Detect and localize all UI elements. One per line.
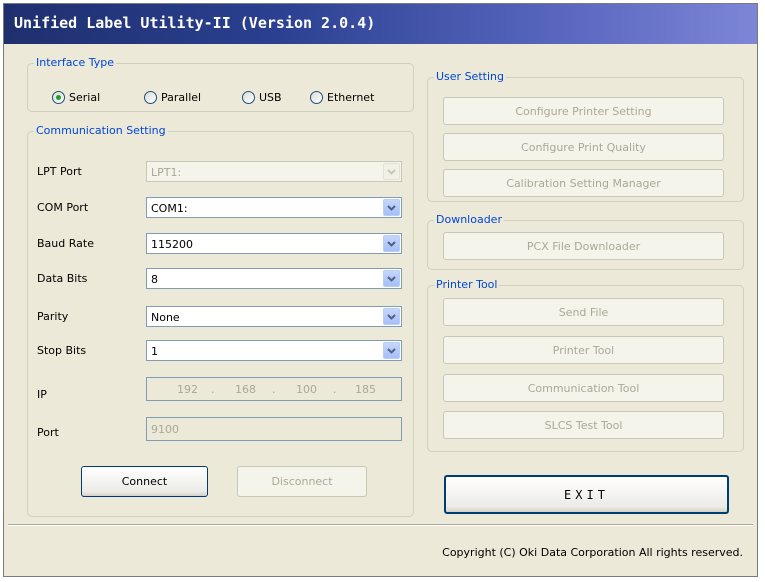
lpt-port-label: LPT Port (37, 165, 82, 178)
ip-octet-4: 185 (355, 383, 376, 396)
copyright-text: Copyright (C) Oki Data Corporation All r… (442, 546, 743, 559)
app-window: Unified Label Utility-II (Version 2.0.4)… (3, 3, 758, 577)
downloader-legend: Downloader (436, 213, 502, 226)
radio-button-icon (242, 91, 255, 104)
chevron-down-icon[interactable] (383, 235, 400, 252)
ip-label: IP (37, 388, 47, 401)
ip-dot: . (272, 383, 276, 396)
data-bits-select[interactable]: 8 (146, 268, 402, 289)
chevron-down-icon (383, 163, 400, 180)
window-title: Unified Label Utility-II (Version 2.0.4) (14, 14, 376, 32)
ip-address-field: 192 . 168 . 100 . 185 (146, 377, 402, 401)
ip-octet-3: 100 (296, 383, 317, 396)
disconnect-button[interactable]: Disconnect (237, 466, 367, 497)
chevron-down-icon[interactable] (383, 270, 400, 287)
chevron-down-icon[interactable] (383, 199, 400, 216)
baud-rate-label: Baud Rate (37, 237, 94, 250)
chevron-down-icon[interactable] (383, 342, 400, 359)
footer-divider (8, 524, 753, 526)
configure-printer-setting-button[interactable]: Configure Printer Setting (443, 97, 724, 125)
radio-button-icon (310, 91, 323, 104)
radio-button-icon (52, 91, 65, 104)
user-setting-legend: User Setting (436, 70, 504, 83)
port-label: Port (37, 426, 59, 439)
stop-bits-value: 1 (151, 345, 158, 358)
calibration-setting-manager-button[interactable]: Calibration Setting Manager (443, 169, 724, 197)
baud-rate-value: 115200 (151, 238, 193, 251)
parity-select[interactable]: None (146, 306, 402, 327)
radio-ethernet[interactable]: Ethernet (310, 91, 374, 104)
communication-tool-button[interactable]: Communication Tool (443, 374, 724, 402)
parity-value: None (151, 311, 180, 324)
radio-serial-label: Serial (69, 91, 101, 104)
lpt-port-value: LPT1: (151, 166, 182, 179)
configure-print-quality-button[interactable]: Configure Print Quality (443, 133, 724, 161)
radio-parallel-label: Parallel (161, 91, 202, 104)
radio-ethernet-label: Ethernet (327, 91, 375, 104)
send-file-button[interactable]: Send File (443, 298, 724, 326)
exit-button[interactable]: EXIT (444, 475, 729, 514)
data-bits-value: 8 (151, 273, 158, 286)
com-port-select[interactable]: COM1: (146, 197, 402, 218)
radio-usb[interactable]: USB (242, 91, 282, 104)
stop-bits-select[interactable]: 1 (146, 340, 402, 361)
title-bar[interactable]: Unified Label Utility-II (Version 2.0.4) (4, 4, 757, 44)
radio-serial[interactable]: Serial (52, 91, 100, 104)
radio-usb-label: USB (259, 91, 282, 104)
port-value: 9100 (151, 423, 179, 436)
ip-octet-1: 192 (177, 383, 198, 396)
ip-dot: . (211, 383, 215, 396)
printer-tool-legend: Printer Tool (436, 278, 498, 291)
ip-octet-2: 168 (235, 383, 256, 396)
pcx-file-downloader-button[interactable]: PCX File Downloader (443, 232, 724, 260)
radio-parallel[interactable]: Parallel (144, 91, 201, 104)
com-port-value: COM1: (151, 202, 188, 215)
port-field: 9100 (146, 417, 402, 441)
baud-rate-select[interactable]: 115200 (146, 233, 402, 254)
parity-label: Parity (37, 310, 69, 323)
ip-dot: . (333, 383, 337, 396)
stop-bits-label: Stop Bits (37, 344, 87, 357)
radio-button-icon (144, 91, 157, 104)
connect-button[interactable]: Connect (81, 466, 208, 497)
communication-setting-legend: Communication Setting (36, 124, 166, 137)
interface-type-legend: Interface Type (36, 56, 115, 69)
chevron-down-icon[interactable] (383, 308, 400, 325)
printer-tool-button[interactable]: Printer Tool (443, 336, 724, 364)
interface-type-group: Interface Type Serial Parallel USB Ether… (27, 57, 414, 112)
com-port-label: COM Port (37, 201, 89, 214)
data-bits-label: Data Bits (37, 272, 88, 285)
slcs-test-tool-button[interactable]: SLCS Test Tool (443, 411, 724, 439)
lpt-port-select: LPT1: (146, 161, 402, 182)
